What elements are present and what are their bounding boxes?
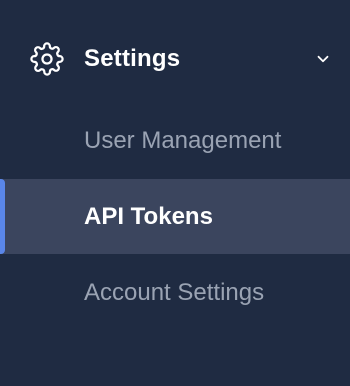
nav-item-label: API Tokens: [84, 203, 213, 230]
nav-item-label: Account Settings: [84, 279, 265, 306]
nav-item-label: User Management: [84, 127, 282, 154]
gear-icon: [30, 42, 64, 76]
active-indicator: [0, 179, 5, 254]
sidebar-nav: Settings User Management API Tokens Acco…: [0, 0, 350, 386]
nav-item-account-settings[interactable]: Account Settings: [0, 255, 350, 330]
nav-item-user-management[interactable]: User Management: [0, 103, 350, 178]
nav-item-api-tokens[interactable]: API Tokens: [0, 179, 350, 254]
settings-section-label: Settings: [84, 45, 181, 72]
chevron-down-icon[interactable]: [314, 50, 332, 68]
settings-section-header[interactable]: Settings: [0, 30, 350, 90]
